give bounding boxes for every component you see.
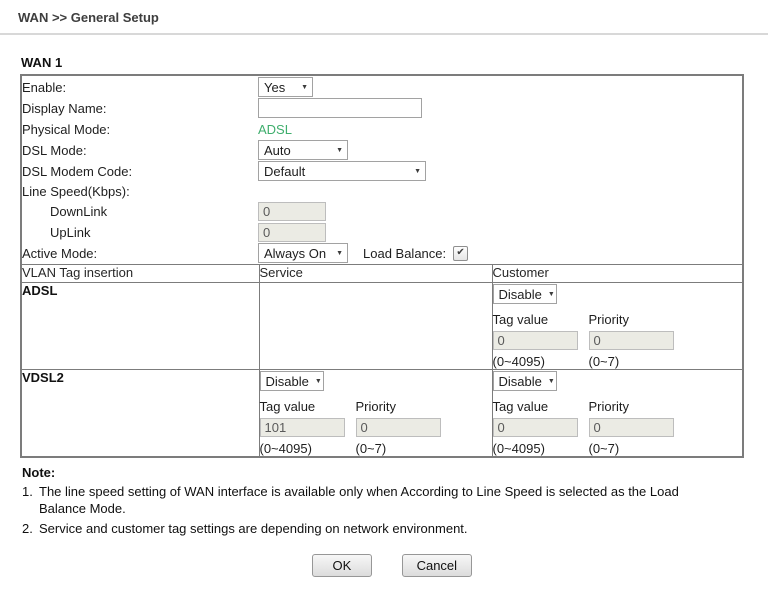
vdsl2-service-tag-input (259, 418, 345, 437)
note-item: 2. Service and customer tag settings are… (22, 520, 768, 537)
note-item: 1. The line speed setting of WAN interfa… (22, 483, 768, 517)
uplink-label: UpLink (50, 224, 91, 240)
wan1-settings-table: Enable: Yes ▼ Display Name: Physical Mod… (20, 74, 744, 458)
enable-select-value: Yes (264, 79, 286, 95)
enable-select[interactable]: Yes ▼ (258, 77, 313, 97)
note-item-number: 2. (22, 521, 33, 537)
note-section: Note: 1. The line speed setting of WAN i… (22, 465, 768, 537)
dropdown-arrow-icon: ▼ (547, 377, 555, 385)
vlan-header-service: Service (258, 264, 493, 283)
ok-button[interactable]: OK (311, 554, 372, 578)
adsl-customer-mode-value: Disable (498, 286, 542, 302)
adsl-customer-priority-input (588, 331, 674, 350)
adsl-service-cell (258, 282, 493, 370)
dsl-mode-select-value: Auto (264, 142, 291, 158)
wan1-heading: WAN 1 (21, 55, 63, 70)
adsl-customer-cell: Disable ▼ Tag value Priority (0~4095) (0… (491, 282, 744, 370)
dsl-modem-code-label: DSL Modem Code: (22, 163, 133, 179)
tag-range-hint: (0~4095) (492, 354, 545, 369)
dropdown-arrow-icon: ▼ (301, 83, 308, 91)
vdsl2-service-mode-value: Disable (265, 373, 309, 389)
adsl-row-label: ADSL (22, 283, 58, 298)
priority-range-hint: (0~7) (588, 354, 620, 369)
dropdown-arrow-icon: ▼ (336, 249, 343, 257)
line-speed-row: Line Speed(Kbps): (22, 182, 742, 200)
priority-range-hint: (0~7) (588, 441, 620, 456)
dsl-modem-code-row: DSL Modem Code: Default ▼ (22, 161, 742, 181)
downlink-row: DownLink (22, 201, 742, 221)
active-mode-select[interactable]: Always On ▼ (258, 243, 348, 263)
breadcrumb: WAN >> General Setup (18, 10, 159, 25)
checkbox-check-icon: ✔ (456, 246, 465, 258)
load-balance-checkbox[interactable]: ✔ (453, 245, 469, 261)
active-mode-label: Active Mode: (22, 245, 98, 261)
tag-range-hint: (0~4095) (492, 441, 545, 456)
vdsl2-customer-priority-input (588, 418, 674, 437)
priority-label: Priority (588, 399, 629, 414)
priority-range-hint: (0~7) (355, 441, 387, 456)
note-item-number: 1. (22, 484, 33, 499)
title-divider (0, 33, 768, 35)
physical-mode-label: Physical Mode: (22, 121, 111, 137)
priority-label: Priority (355, 399, 396, 414)
vdsl2-service-priority-input (355, 418, 441, 437)
table-row-vdsl2: VDSL2 Disable ▼ Tag value Priority 101 0… (20, 369, 744, 458)
vdsl2-customer-tag-input (492, 418, 578, 437)
tag-range-hint: (0~4095) (259, 441, 312, 456)
dsl-mode-select[interactable]: Auto ▼ (258, 140, 348, 160)
cancel-button[interactable]: Cancel (401, 554, 473, 578)
display-name-label: Display Name: (22, 100, 107, 116)
vdsl2-service-cell: Disable ▼ Tag value Priority (0~4095) (0… (258, 369, 493, 458)
adsl-customer-tag-input (492, 331, 578, 350)
active-mode-select-value: Always On (264, 245, 327, 261)
dropdown-arrow-icon: ▼ (336, 146, 343, 154)
wan-general-setup-page: WAN >> General Setup WAN 1 Enable: Yes ▼ (0, 0, 768, 589)
uplink-row: UpLink (22, 222, 742, 242)
dropdown-arrow-icon: ▼ (414, 167, 421, 175)
vdsl2-customer-cell: Disable ▼ Tag value Priority (0~4095) (0… (491, 369, 744, 458)
line-speed-label: Line Speed(Kbps): (22, 183, 130, 199)
dropdown-arrow-icon: ▼ (314, 377, 322, 385)
downlink-label: DownLink (50, 203, 108, 219)
physical-mode-row: Physical Mode: ADSL (22, 119, 742, 139)
priority-label: Priority (588, 312, 629, 327)
display-name-row: Display Name: (22, 98, 742, 118)
vdsl2-row-label: VDSL2 (22, 370, 64, 385)
dropdown-arrow-icon: ▼ (547, 290, 555, 298)
tag-value-label: Tag value (492, 312, 549, 327)
vlan-header-customer: Customer (491, 264, 744, 283)
vdsl2-customer-mode-select[interactable]: Disable ▼ (492, 371, 557, 391)
note-heading: Note: (22, 465, 56, 480)
dsl-modem-code-select-value: Default (264, 163, 306, 179)
enable-row: Enable: Yes ▼ (22, 77, 742, 97)
table-row-adsl: ADSL Disable ▼ Tag value Priority 0 0 (0… (20, 282, 744, 370)
display-name-input[interactable] (258, 98, 422, 118)
load-balance-label: Load Balance: (363, 245, 447, 261)
dsl-mode-label: DSL Mode: (22, 142, 87, 158)
dsl-modem-code-select[interactable]: Default ▼ (258, 161, 426, 181)
tag-value-label: Tag value (492, 399, 549, 414)
vlan-header-insertion: VLAN Tag insertion (20, 264, 260, 283)
dsl-mode-row: DSL Mode: Auto ▼ (22, 140, 742, 160)
vlan-header-row: VLAN Tag insertion Service Customer (20, 264, 744, 283)
tag-value-label: Tag value (259, 399, 316, 414)
adsl-customer-mode-select[interactable]: Disable ▼ (492, 284, 557, 304)
physical-mode-value: ADSL (258, 121, 292, 137)
note-item-text: The line speed setting of WAN interface … (39, 484, 679, 517)
button-row: OK Cancel (20, 554, 764, 578)
uplink-input (258, 222, 326, 242)
vdsl2-customer-mode-value: Disable (498, 373, 542, 389)
vdsl2-service-mode-select[interactable]: Disable ▼ (259, 371, 324, 391)
downlink-input (258, 201, 326, 221)
note-item-text: Service and customer tag settings are de… (39, 521, 468, 537)
active-mode-row: Active Mode: Always On ▼ Load Balance: ✔ (22, 243, 742, 263)
enable-label: Enable: (22, 79, 67, 95)
